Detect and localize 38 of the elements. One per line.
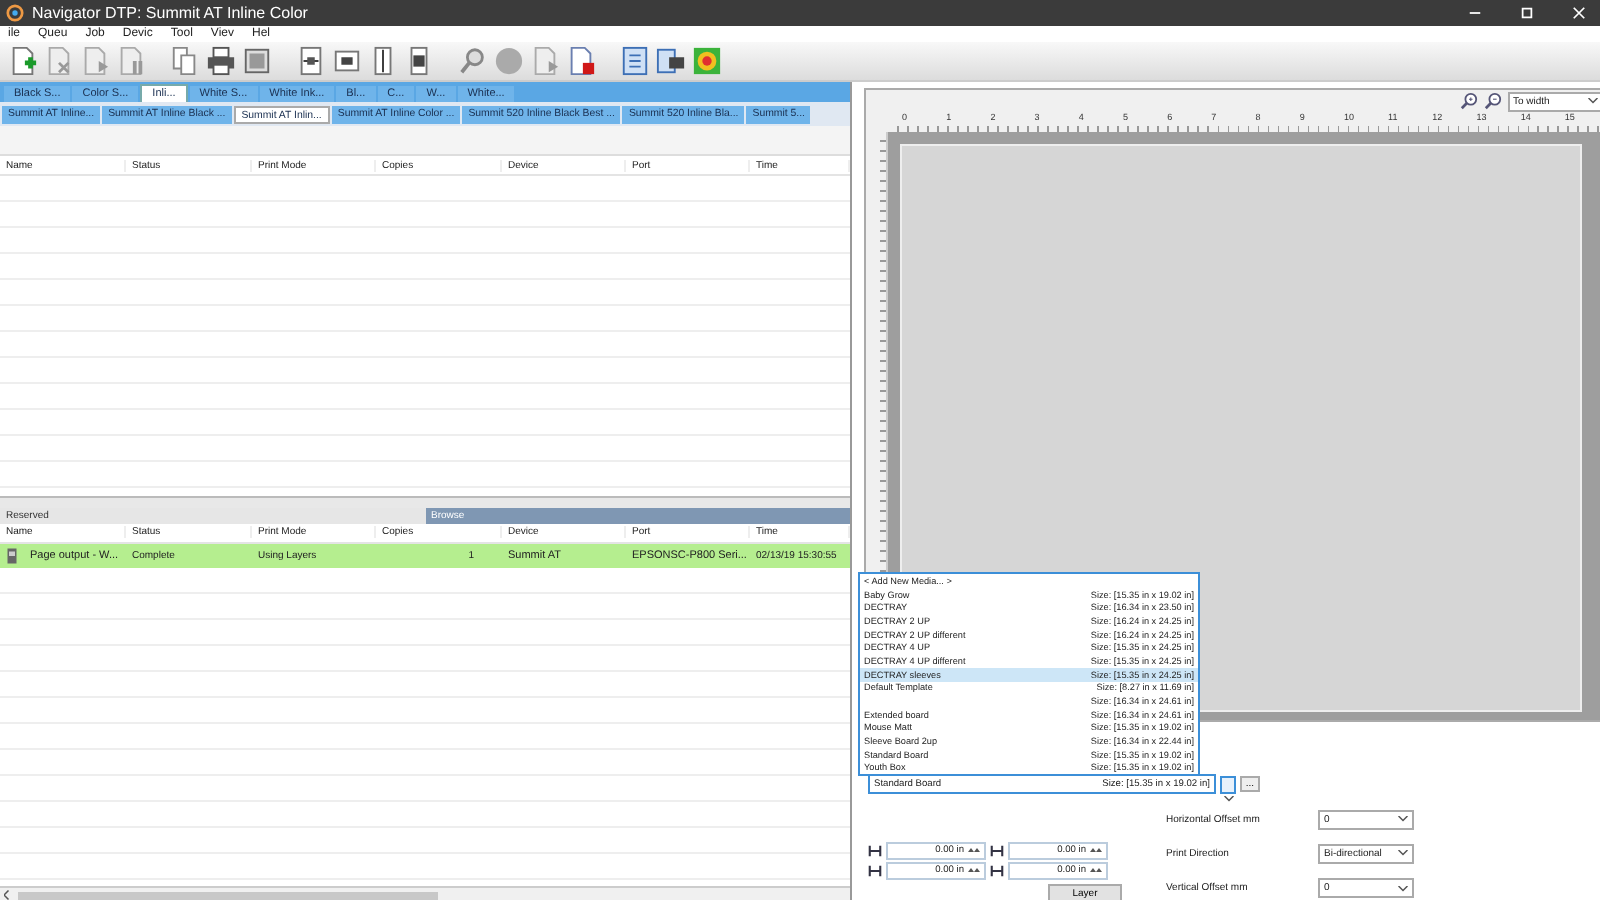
job-icon (6, 547, 18, 563)
caret-icon (1398, 850, 1408, 857)
caret-icon (1587, 98, 1597, 104)
printer-icon[interactable] (206, 46, 236, 76)
left-margin-icon (868, 844, 882, 858)
color-profile-icon[interactable] (692, 46, 722, 76)
caret-icon (1223, 795, 1233, 801)
close-icon[interactable] (1571, 6, 1585, 20)
zoom-out-icon[interactable] (1483, 92, 1501, 110)
caret-icon (1398, 885, 1408, 892)
stop-document-icon[interactable] (566, 46, 596, 76)
new-document-icon[interactable] (8, 46, 38, 76)
spinner-icon[interactable] (968, 846, 980, 856)
caret-icon (1398, 816, 1408, 823)
delete-document-icon[interactable] (44, 46, 74, 76)
window-title: Navigator DTP: Summit AT Inline Color (32, 4, 310, 22)
spinner-icon[interactable] (1090, 846, 1102, 856)
copy-document-icon[interactable] (170, 46, 200, 76)
align-horizontal-icon[interactable] (296, 46, 326, 76)
pause-document-icon[interactable] (116, 46, 146, 76)
minimize-icon[interactable] (1467, 6, 1481, 20)
list-icon[interactable] (620, 46, 650, 76)
spinner-icon[interactable] (968, 866, 980, 876)
app-logo-icon (6, 4, 24, 22)
right-margin-icon (868, 864, 882, 878)
play-document-icon[interactable] (80, 46, 110, 76)
align-center-icon[interactable] (332, 46, 362, 76)
play-document-icon[interactable] (530, 46, 560, 76)
printer-queue-icon[interactable] (656, 46, 686, 76)
image-icon[interactable] (242, 46, 272, 76)
restore-icon[interactable] (1519, 6, 1533, 20)
bottom-margin-icon (990, 864, 1004, 878)
spinner-icon[interactable] (1090, 866, 1102, 876)
zoom-in-icon[interactable] (1459, 92, 1477, 110)
top-margin-icon (990, 844, 1004, 858)
scroll-left-icon[interactable] (4, 890, 10, 900)
magnifier-icon[interactable] (458, 46, 488, 76)
scrollbar-thumb[interactable] (18, 891, 438, 899)
